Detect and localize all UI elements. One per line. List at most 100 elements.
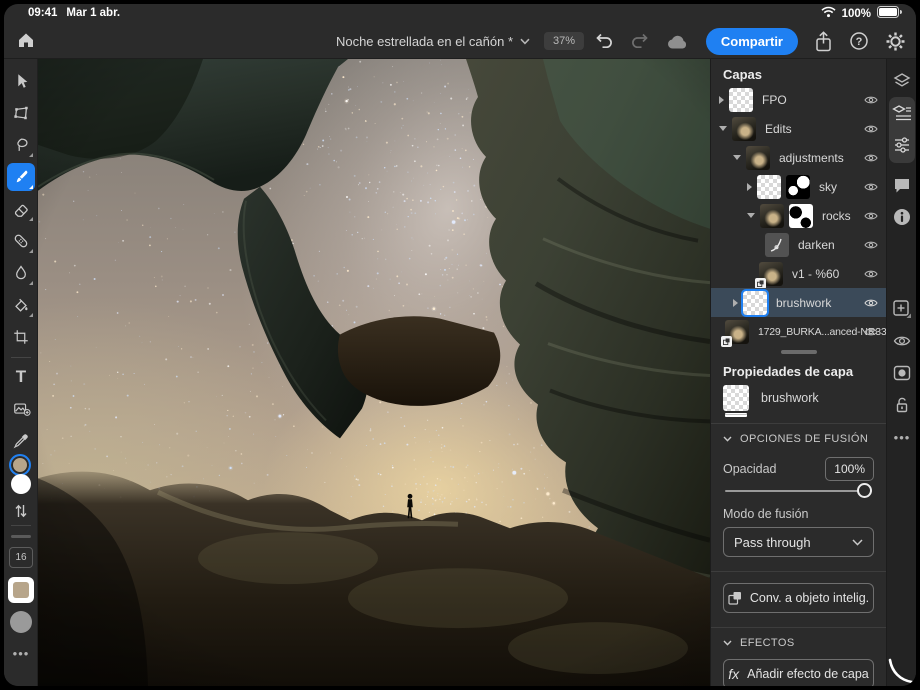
- curves-adjustment-thumbnail[interactable]: [765, 233, 789, 257]
- more-options-button[interactable]: •••: [888, 423, 916, 451]
- brush-preview-chip[interactable]: [10, 611, 32, 633]
- properties-title: Propiedades de capa: [723, 364, 853, 379]
- share-button[interactable]: Compartir: [706, 28, 798, 55]
- properties-layer-thumbnail: [723, 385, 749, 411]
- swap-colors-button[interactable]: [7, 497, 35, 525]
- rail-more-button[interactable]: •••: [7, 639, 35, 667]
- layer-row-adjustments[interactable]: adjustments: [711, 143, 886, 172]
- lasso-tool[interactable]: [7, 131, 35, 159]
- layer-thumbnail[interactable]: [760, 204, 784, 228]
- screen-corner-arc: [888, 658, 914, 684]
- layer-thumbnail[interactable]: [743, 291, 767, 315]
- visibility-eye-icon[interactable]: [864, 152, 878, 163]
- visibility-eye-icon[interactable]: [864, 123, 878, 134]
- transform-tool[interactable]: [7, 99, 35, 127]
- eyedropper-tool[interactable]: [7, 427, 35, 455]
- document-title[interactable]: Noche estrellada en el cañón *: [336, 34, 530, 49]
- cloud-sync-icon[interactable]: [666, 33, 690, 50]
- layer-mask-button[interactable]: [888, 359, 916, 387]
- add-layer-button[interactable]: [888, 295, 916, 323]
- fill-tool[interactable]: [7, 291, 35, 319]
- crop-tool[interactable]: [7, 323, 35, 351]
- brush-color-chip[interactable]: [8, 577, 34, 603]
- vignette: [38, 59, 710, 686]
- properties-layer-summary: brushwork: [723, 385, 819, 411]
- layer-thumbnail[interactable]: [732, 117, 756, 141]
- redo-button[interactable]: [630, 32, 650, 50]
- top-toolbar: Noche estrellada en el cañón * 37% Compa…: [4, 23, 916, 59]
- settings-gear-icon[interactable]: [885, 31, 906, 52]
- expander-expanded-icon[interactable]: [719, 126, 727, 131]
- eraser-tool[interactable]: [7, 195, 35, 223]
- visibility-eye-icon[interactable]: [864, 326, 878, 337]
- convert-smart-object-button[interactable]: Conv. a objeto intelig.: [723, 583, 874, 613]
- panel-resize-handle[interactable]: [781, 350, 817, 354]
- visibility-eye-icon[interactable]: [864, 181, 878, 192]
- blur-tool[interactable]: [7, 259, 35, 287]
- layer-row-edits[interactable]: Edits: [711, 114, 886, 143]
- layer-mask-thumbnail[interactable]: [789, 204, 813, 228]
- blend-options-header[interactable]: OPCIONES DE FUSIÓN: [723, 433, 868, 445]
- document-canvas[interactable]: [38, 59, 710, 686]
- status-date: Mar 1 abr.: [66, 7, 120, 19]
- layer-thumbnail[interactable]: [729, 88, 753, 112]
- adjustments-button[interactable]: [888, 131, 916, 159]
- subtool-indicator: [29, 185, 33, 189]
- expander-expanded-icon[interactable]: [747, 213, 755, 218]
- layer-row-brushwork-selected[interactable]: brushwork: [711, 288, 886, 317]
- smart-object-icon: [728, 591, 742, 605]
- type-tool[interactable]: T: [7, 363, 35, 391]
- rail-drag-handle[interactable]: [11, 535, 31, 538]
- smart-object-thumbnail[interactable]: [759, 262, 783, 286]
- brush-color-preview: [13, 582, 29, 598]
- expander-collapsed-icon[interactable]: [733, 299, 738, 307]
- background-color-swatch[interactable]: [11, 474, 31, 494]
- info-button[interactable]: [888, 203, 916, 231]
- battery-percent: 100%: [842, 8, 871, 20]
- add-layer-effect-button[interactable]: fx Añadir efecto de capa: [723, 659, 874, 686]
- svg-text:?: ?: [856, 36, 863, 48]
- opacity-slider-thumb[interactable]: [857, 483, 872, 498]
- help-button[interactable]: ?: [849, 31, 869, 51]
- layer-row-rocks[interactable]: rocks: [711, 201, 886, 230]
- layer-visibility-button[interactable]: [888, 327, 916, 355]
- opacity-slider[interactable]: [725, 483, 872, 499]
- place-image-tool[interactable]: [7, 395, 35, 423]
- subtool-indicator: [29, 249, 33, 253]
- healing-tool[interactable]: [7, 227, 35, 255]
- visibility-eye-icon[interactable]: [864, 94, 878, 105]
- move-tool[interactable]: [7, 67, 35, 95]
- opacity-value[interactable]: 100%: [825, 457, 874, 481]
- visibility-eye-icon[interactable]: [864, 268, 878, 279]
- lock-layer-button[interactable]: [888, 391, 916, 419]
- smart-object-thumbnail[interactable]: [725, 320, 749, 344]
- layer-row-fpo[interactable]: FPO: [711, 85, 886, 114]
- layer-row-sky[interactable]: sky: [711, 172, 886, 201]
- home-button[interactable]: [16, 30, 36, 50]
- blend-mode-select[interactable]: Pass through: [723, 527, 874, 557]
- comments-button[interactable]: [888, 171, 916, 199]
- zoom-level-badge[interactable]: 37%: [544, 32, 584, 50]
- export-icon[interactable]: [814, 31, 833, 52]
- expander-expanded-icon[interactable]: [733, 155, 741, 160]
- layer-thumbnail[interactable]: [757, 175, 781, 199]
- brush-size-chip[interactable]: 16: [9, 547, 33, 568]
- layer-row-1729[interactable]: 1729_BURKA...anced-NR33: [711, 317, 886, 346]
- foreground-color-swatch[interactable]: [9, 454, 31, 476]
- undo-button[interactable]: [594, 32, 614, 50]
- layer-properties-button[interactable]: [888, 99, 916, 127]
- layer-row-darken[interactable]: darken: [711, 230, 886, 259]
- effects-header[interactable]: EFECTOS: [723, 637, 795, 649]
- visibility-eye-icon[interactable]: [864, 239, 878, 250]
- layer-row-v1[interactable]: v1 - %60: [711, 259, 886, 288]
- brush-tool[interactable]: [7, 163, 35, 191]
- layer-thumbnail[interactable]: [746, 146, 770, 170]
- visibility-eye-icon[interactable]: [864, 297, 878, 308]
- smart-object-badge: [721, 336, 732, 347]
- layer-mask-thumbnail[interactable]: [786, 175, 810, 199]
- expander-collapsed-icon[interactable]: [719, 96, 724, 104]
- tool-rail: T 16 •••: [4, 59, 38, 686]
- visibility-eye-icon[interactable]: [864, 210, 878, 221]
- layers-view-button[interactable]: [888, 67, 916, 95]
- expander-collapsed-icon[interactable]: [747, 183, 752, 191]
